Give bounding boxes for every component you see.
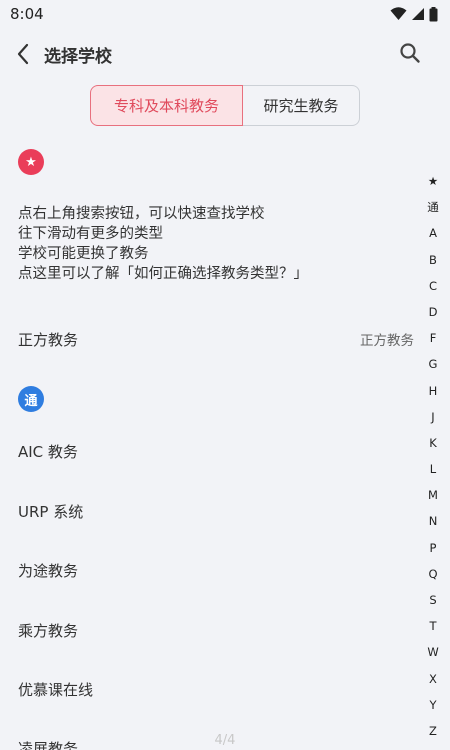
index-letter[interactable]: M xyxy=(428,484,438,510)
list-item-right-label: 正方教务 xyxy=(360,333,414,349)
index-letter[interactable]: W xyxy=(427,641,438,667)
status-bar: 8:04 xyxy=(0,0,450,28)
page-indicator: 4/4 xyxy=(214,733,236,748)
index-letter[interactable]: L xyxy=(430,458,436,484)
index-letter[interactable]: T xyxy=(429,615,436,641)
app-bar: 选择学校 xyxy=(0,34,450,74)
search-icon xyxy=(400,43,420,63)
index-letter[interactable]: S xyxy=(429,589,436,615)
tips-block[interactable]: 点右上角搜索按钮，可以快速查找学校 往下滑动有更多的类型 学校可能更换了教务 点… xyxy=(18,204,308,284)
index-letter[interactable]: P xyxy=(430,537,437,563)
tip-line: 学校可能更换了教务 xyxy=(18,246,149,262)
list-item[interactable]: 优慕课在线 xyxy=(0,667,420,711)
tip-line: 往下滑动有更多的类型 xyxy=(18,226,163,242)
index-letter[interactable]: Q xyxy=(428,563,437,589)
index-letter[interactable]: 通 xyxy=(427,196,439,222)
wifi-icon xyxy=(390,7,407,20)
tip-line-help-link[interactable]: 点这里可以了解「如何正确选择教务类型？」 xyxy=(18,264,308,284)
tab-graduate[interactable]: 研究生教务 xyxy=(243,85,360,126)
index-letter[interactable]: K xyxy=(429,432,437,458)
index-letter[interactable]: Y xyxy=(429,694,436,720)
list-item-zhengfang[interactable]: 正方教务 正方教务 xyxy=(0,317,420,361)
chevron-left-icon xyxy=(17,43,29,65)
index-letter[interactable]: G xyxy=(429,353,438,379)
page-title: 选择学校 xyxy=(44,47,112,67)
index-letter[interactable]: A xyxy=(429,222,437,248)
index-letter[interactable]: ★ xyxy=(428,170,438,196)
index-letter[interactable]: N xyxy=(429,510,438,536)
status-icons xyxy=(390,6,438,22)
index-letter[interactable]: H xyxy=(429,380,438,406)
list-item[interactable]: AIC 教务 xyxy=(0,429,420,473)
alphabet-index-bar[interactable]: ★ 通 A B C D F G H J K L M N P Q S T W X … xyxy=(422,170,444,746)
list-item[interactable]: 为途教务 xyxy=(0,548,420,592)
index-letter[interactable]: J xyxy=(431,406,434,432)
list-item-label: 正方教务 xyxy=(18,330,79,349)
tab-undergraduate[interactable]: 专科及本科教务 xyxy=(90,85,243,126)
index-letter[interactable]: F xyxy=(430,327,437,353)
index-letter[interactable]: X xyxy=(429,668,437,694)
index-letter[interactable]: D xyxy=(429,301,438,327)
index-letter[interactable]: B xyxy=(429,249,437,275)
education-type-tabs: 专科及本科教务 研究生教务 xyxy=(90,85,360,126)
tip-line: 点右上角搜索按钮，可以快速查找学校 xyxy=(18,206,265,222)
general-section-badge: 通 xyxy=(18,386,44,412)
cellular-icon xyxy=(412,8,424,20)
search-button[interactable] xyxy=(398,41,422,65)
list-item[interactable]: URP 系统 xyxy=(0,489,420,533)
star-section-badge: ★ xyxy=(18,149,44,175)
battery-icon xyxy=(429,6,438,21)
status-time: 8:04 xyxy=(10,5,44,23)
index-letter[interactable]: C xyxy=(429,275,437,301)
list-item[interactable]: 乘方教务 xyxy=(0,608,420,652)
back-button[interactable] xyxy=(12,40,34,68)
